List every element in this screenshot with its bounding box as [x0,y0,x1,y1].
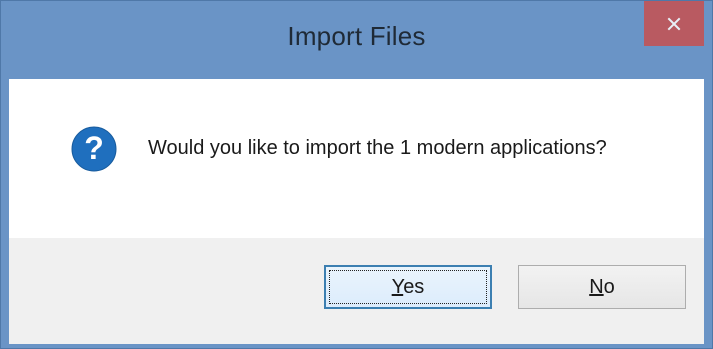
dialog-title: Import Files [287,21,426,51]
message-text: Would you like to import the 1 modern ap… [148,137,607,159]
close-icon [666,16,682,32]
button-bar: Yes No [9,238,704,344]
question-icon: ? [71,126,117,172]
close-button[interactable] [644,1,704,46]
dialog-body: ? Would you like to import the 1 modern … [9,79,704,344]
yes-button[interactable]: Yes [324,265,492,309]
dialog-window: Import Files ? Would you like to import … [0,0,713,349]
svg-text:?: ? [84,130,104,166]
message-area: ? Would you like to import the 1 modern … [9,79,704,238]
no-button-label: No [589,275,615,298]
no-button[interactable]: No [518,265,686,309]
title-bar[interactable]: Import Files [1,1,712,79]
yes-button-label: Yes [391,275,425,298]
